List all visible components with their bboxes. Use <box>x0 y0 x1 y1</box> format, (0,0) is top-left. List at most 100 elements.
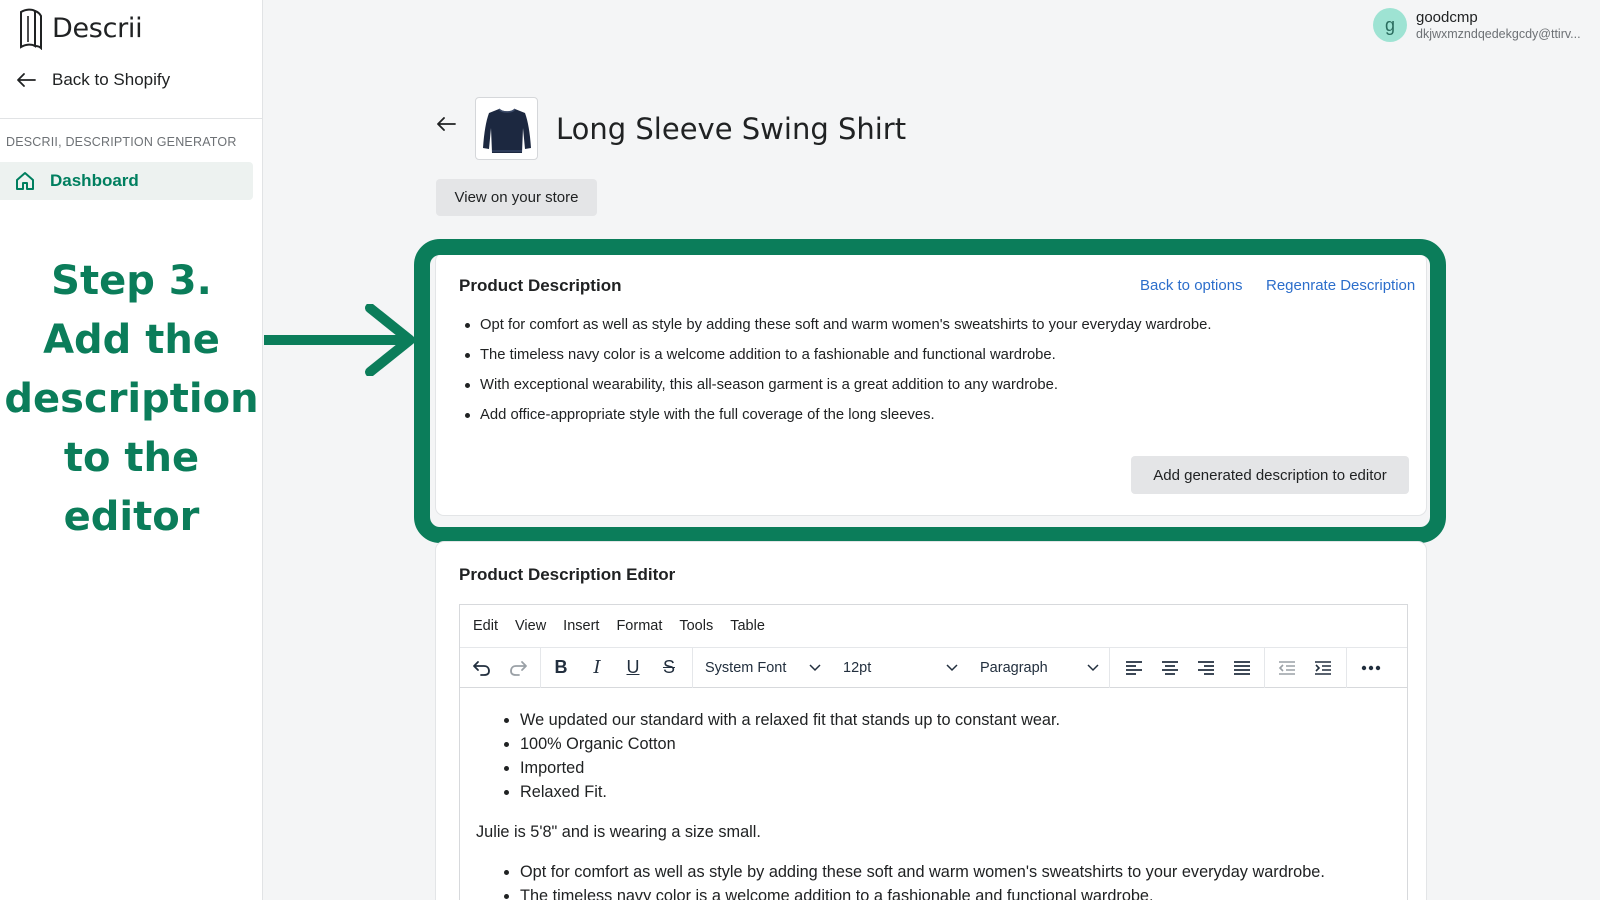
italic-icon: I <box>593 657 601 678</box>
description-editor-card: Product Description Editor Edit View Ins… <box>436 542 1426 900</box>
redo-icon <box>510 660 527 676</box>
generated-bullets: Opt for comfort as well as style by addi… <box>459 316 1211 436</box>
list-item: Opt for comfort as well as style by addi… <box>520 860 1391 884</box>
menu-table[interactable]: Table <box>730 618 765 634</box>
align-center-icon <box>1162 660 1178 675</box>
menu-insert[interactable]: Insert <box>563 618 599 634</box>
editor-menubar: Edit View Insert Format Tools Table <box>460 605 1407 647</box>
step-line: description <box>4 376 259 422</box>
page-back-button[interactable] <box>436 116 456 137</box>
brand[interactable]: Descrii <box>18 6 143 50</box>
chevron-down-icon <box>809 663 821 671</box>
avatar: g <box>1373 8 1407 42</box>
bold-icon: B <box>554 657 568 677</box>
step-line: Step 3. <box>51 258 212 304</box>
font-size-select[interactable]: 12pt <box>831 651 968 685</box>
card-title: Product Description <box>459 276 622 295</box>
chevron-down-icon <box>1087 663 1099 671</box>
menu-tools[interactable]: Tools <box>679 618 713 634</box>
more-group <box>1347 647 1397 688</box>
strikethrough-button[interactable]: S <box>651 651 687 685</box>
descrii-logo-icon <box>20 8 42 50</box>
list-item: Add office-appropriate style with the fu… <box>459 406 1211 436</box>
step-line: editor <box>63 494 200 540</box>
product-thumbnail <box>475 97 538 160</box>
editor-list: We updated our standard with a relaxed f… <box>476 708 1391 804</box>
align-right-icon <box>1198 660 1214 675</box>
italic-button[interactable]: I <box>579 651 615 685</box>
editor-paragraph: Julie is 5'8" and is wearing a size smal… <box>476 823 761 841</box>
list-item: The timeless navy color is a welcome add… <box>520 884 1391 900</box>
strikethrough-icon: S <box>662 657 675 677</box>
outdent-button[interactable] <box>1269 651 1305 685</box>
sidebar-section-label: DESCRII, DESCRIPTION GENERATOR <box>6 135 237 149</box>
product-description-card: Product Description Back to options Rege… <box>436 253 1426 515</box>
rich-text-editor: Edit View Insert Format Tools Table B I … <box>459 604 1408 900</box>
user-name: goodcmp <box>1416 9 1478 26</box>
step-line: to the <box>63 435 200 481</box>
list-item: Opt for comfort as well as style by addi… <box>459 316 1211 346</box>
back-to-shopify-label: Back to Shopify <box>52 70 171 89</box>
align-right-button[interactable] <box>1188 651 1224 685</box>
more-icon <box>1361 665 1381 670</box>
home-icon <box>16 172 34 190</box>
back-to-shopify-link[interactable]: Back to Shopify <box>16 70 170 90</box>
list-item: 100% Organic Cotton <box>520 732 1391 756</box>
back-to-options-link[interactable]: Back to options <box>1140 277 1243 294</box>
menu-edit[interactable]: Edit <box>473 618 498 634</box>
list-item: We updated our standard with a relaxed f… <box>520 708 1391 732</box>
brand-name: Descrii <box>52 12 143 44</box>
sidebar-divider <box>0 118 263 119</box>
font-family-select[interactable]: System Font <box>693 651 831 685</box>
page-title: Long Sleeve Swing Shirt <box>556 112 907 146</box>
add-to-editor-button[interactable]: Add generated description to editor <box>1131 456 1409 494</box>
list-item: Imported <box>520 756 1391 780</box>
align-justify-button[interactable] <box>1224 651 1260 685</box>
align-center-button[interactable] <box>1152 651 1188 685</box>
bold-button[interactable]: B <box>543 651 579 685</box>
history-group <box>460 647 541 688</box>
chevron-down-icon <box>946 663 958 671</box>
font-family-value: System Font <box>705 659 787 676</box>
block-format-value: Paragraph <box>980 659 1048 676</box>
block-format-group: Paragraph <box>968 647 1110 688</box>
editor-list: Opt for comfort as well as style by addi… <box>476 860 1391 900</box>
card-title: Product Description Editor <box>459 565 676 584</box>
redo-button[interactable] <box>500 651 536 685</box>
sweatshirt-icon <box>482 107 531 153</box>
annotation-arrow-icon <box>264 304 415 376</box>
list-item: Relaxed Fit. <box>520 780 1391 804</box>
block-format-select[interactable]: Paragraph <box>968 651 1109 685</box>
user-email: dkjwxmzndqedekgcdy@ttirv... <box>1416 27 1581 41</box>
align-justify-icon <box>1234 660 1250 675</box>
step-annotation: Step 3. Add the description to the edito… <box>0 252 263 547</box>
undo-icon <box>473 660 490 676</box>
sidebar-item-dashboard[interactable]: Dashboard <box>0 162 253 200</box>
arrow-left-icon <box>437 117 456 131</box>
view-on-store-button[interactable]: View on your store <box>436 179 597 216</box>
undo-button[interactable] <box>464 651 500 685</box>
font-size-value: 12pt <box>843 659 872 676</box>
more-button[interactable] <box>1353 651 1389 685</box>
step-line: Add the <box>43 317 220 363</box>
indent-button[interactable] <box>1305 651 1341 685</box>
menu-format[interactable]: Format <box>616 618 662 634</box>
underline-icon: U <box>626 657 640 677</box>
menu-view[interactable]: View <box>515 618 546 634</box>
regenerate-description-link[interactable]: Regenrate Description <box>1266 277 1415 294</box>
list-item: With exceptional wearability, this all-s… <box>459 376 1211 406</box>
format-group: B I U S <box>541 647 693 688</box>
sidebar-item-label: Dashboard <box>50 171 139 190</box>
editor-content[interactable]: We updated our standard with a relaxed f… <box>460 688 1407 900</box>
align-left-button[interactable] <box>1116 651 1152 685</box>
indent-icon <box>1315 660 1331 675</box>
align-left-icon <box>1126 660 1142 675</box>
list-item: The timeless navy color is a welcome add… <box>459 346 1211 376</box>
underline-button[interactable]: U <box>615 651 651 685</box>
arrow-left-icon <box>17 73 36 87</box>
sidebar: Descrii Back to Shopify DESCRII, DESCRIP… <box>0 0 263 900</box>
outdent-icon <box>1278 660 1295 675</box>
indent-group <box>1265 647 1347 688</box>
editor-toolbar: B I U S System Font 12pt Paragraph <box>460 647 1407 688</box>
user-menu[interactable]: g goodcmp dkjwxmzndqedekgcdy@ttirv... <box>1373 8 1581 42</box>
